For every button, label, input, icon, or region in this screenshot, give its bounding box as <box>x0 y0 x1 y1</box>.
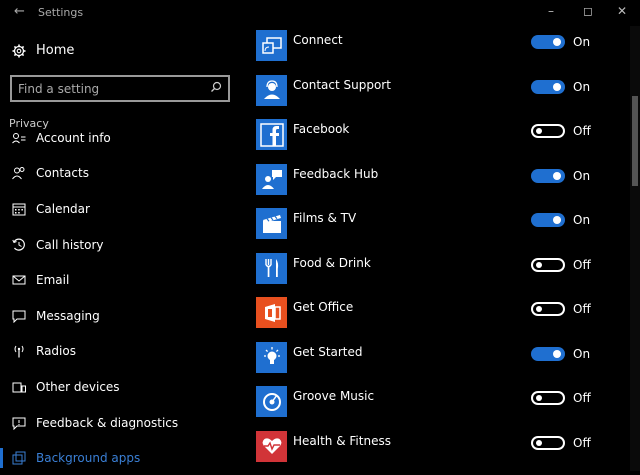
radios-icon <box>12 344 26 358</box>
app-name: Get Started <box>293 345 523 359</box>
section-heading-privacy: Privacy <box>9 117 49 130</box>
sidebar-item-label: Feedback & diagnostics <box>36 416 178 430</box>
app-name: Get Office <box>293 300 523 314</box>
feedback-hub-icon <box>256 164 287 195</box>
app-name: Feedback Hub <box>293 167 523 181</box>
nav-list: Account info Contacts Calendar Call hist… <box>0 132 240 471</box>
app-row-groove-music: Groove Music Off <box>256 386 626 431</box>
connect-icon <box>256 30 287 61</box>
title-bar: ← Settings – ◻ ✕ <box>0 0 640 26</box>
toggle-state: Off <box>573 436 591 450</box>
sidebar-item-radios[interactable]: Radios <box>0 334 240 370</box>
sidebar-item-label: Other devices <box>36 380 120 394</box>
sidebar-item-label: Email <box>36 273 69 287</box>
app-toggle[interactable] <box>531 436 565 450</box>
food-drink-icon <box>256 253 287 284</box>
gear-icon <box>12 44 26 58</box>
maximize-icon[interactable]: ◻ <box>583 4 593 18</box>
app-row-get-office: Get Office Off <box>256 297 626 342</box>
toggle-state: Off <box>573 258 591 272</box>
app-toggle[interactable] <box>531 80 565 94</box>
app-name: Food & Drink <box>293 256 523 270</box>
background-apps-list: Connect On Contact Support On Facebook O… <box>240 26 630 471</box>
toggle-state: Off <box>573 302 591 316</box>
account-info-icon <box>12 132 26 145</box>
search-icon[interactable] <box>210 81 222 93</box>
scrollbar[interactable] <box>630 26 640 471</box>
calendar-icon <box>12 202 26 216</box>
sidebar-item-messaging[interactable]: Messaging <box>0 298 240 334</box>
sidebar-item-label: Calendar <box>36 202 90 216</box>
toggle-state: On <box>573 213 590 227</box>
scrollbar-thumb[interactable] <box>632 96 638 186</box>
other-devices-icon <box>12 380 26 394</box>
sidebar-item-label: Messaging <box>36 309 100 323</box>
app-name: Contact Support <box>293 78 523 92</box>
sidebar-item-feedback-diagnostics[interactable]: Feedback & diagnostics <box>0 405 240 441</box>
app-name: Connect <box>293 33 523 47</box>
sidebar-item-background-apps[interactable]: Background apps <box>0 440 240 471</box>
sidebar-item-label: Radios <box>36 344 76 358</box>
toggle-state: On <box>573 347 590 361</box>
sidebar-item-label: Background apps <box>36 451 140 465</box>
app-name: Groove Music <box>293 389 523 403</box>
app-row-contact-support: Contact Support On <box>256 75 626 120</box>
toggle-state: On <box>573 169 590 183</box>
back-arrow-icon[interactable]: ← <box>14 4 25 19</box>
app-toggle[interactable] <box>531 213 565 227</box>
feedback-icon <box>12 416 26 430</box>
sidebar-item-other-devices[interactable]: Other devices <box>0 369 240 405</box>
search-box[interactable] <box>10 75 230 102</box>
app-toggle[interactable] <box>531 302 565 316</box>
app-row-facebook: Facebook Off <box>256 119 626 164</box>
background-apps-icon <box>12 451 26 465</box>
app-toggle[interactable] <box>531 124 565 138</box>
call-history-icon <box>12 238 26 252</box>
toggle-state: On <box>573 35 590 49</box>
toggle-state: Off <box>573 124 591 138</box>
app-toggle[interactable] <box>531 258 565 272</box>
groove-music-icon <box>256 386 287 417</box>
office-icon <box>256 297 287 328</box>
messaging-icon <box>12 309 26 323</box>
app-row-films-tv: Films & TV On <box>256 208 626 253</box>
contact-support-icon <box>256 75 287 106</box>
get-started-icon <box>256 342 287 373</box>
app-row-food-drink: Food & Drink Off <box>256 253 626 298</box>
sidebar-item-email[interactable]: Email <box>0 262 240 298</box>
app-name: Facebook <box>293 122 523 136</box>
minimize-icon[interactable]: – <box>548 4 554 18</box>
sidebar-item-label: Account info <box>36 132 111 145</box>
email-icon <box>12 273 26 287</box>
app-row-feedback-hub: Feedback Hub On <box>256 164 626 209</box>
sidebar-item-call-history[interactable]: Call history <box>0 227 240 263</box>
app-toggle[interactable] <box>531 35 565 49</box>
films-tv-icon <box>256 208 287 239</box>
sidebar-item-contacts[interactable]: Contacts <box>0 156 240 192</box>
contacts-icon <box>12 166 26 180</box>
window-title: Settings <box>38 6 83 19</box>
sidebar-item-label: Contacts <box>36 166 89 180</box>
toggle-state: Off <box>573 391 591 405</box>
health-fitness-icon <box>256 431 287 462</box>
app-toggle[interactable] <box>531 169 565 183</box>
sidebar-item-account-info[interactable]: Account info <box>0 132 240 156</box>
app-row-connect: Connect On <box>256 30 626 75</box>
app-name: Films & TV <box>293 211 523 225</box>
app-toggle[interactable] <box>531 391 565 405</box>
app-row-get-started: Get Started On <box>256 342 626 387</box>
search-input[interactable] <box>12 81 210 97</box>
sidebar-item-calendar[interactable]: Calendar <box>0 191 240 227</box>
facebook-icon <box>256 119 287 150</box>
toggle-state: On <box>573 80 590 94</box>
app-row-health-fitness: Health & Fitness Off <box>256 431 626 475</box>
close-icon[interactable]: ✕ <box>617 4 627 18</box>
app-toggle[interactable] <box>531 347 565 361</box>
home-label: Home <box>36 43 74 58</box>
home-link[interactable]: Home <box>12 43 74 58</box>
app-name: Health & Fitness <box>293 434 523 448</box>
sidebar-item-label: Call history <box>36 238 104 252</box>
sidebar: Home Privacy Account info Contacts Calen… <box>0 26 240 471</box>
